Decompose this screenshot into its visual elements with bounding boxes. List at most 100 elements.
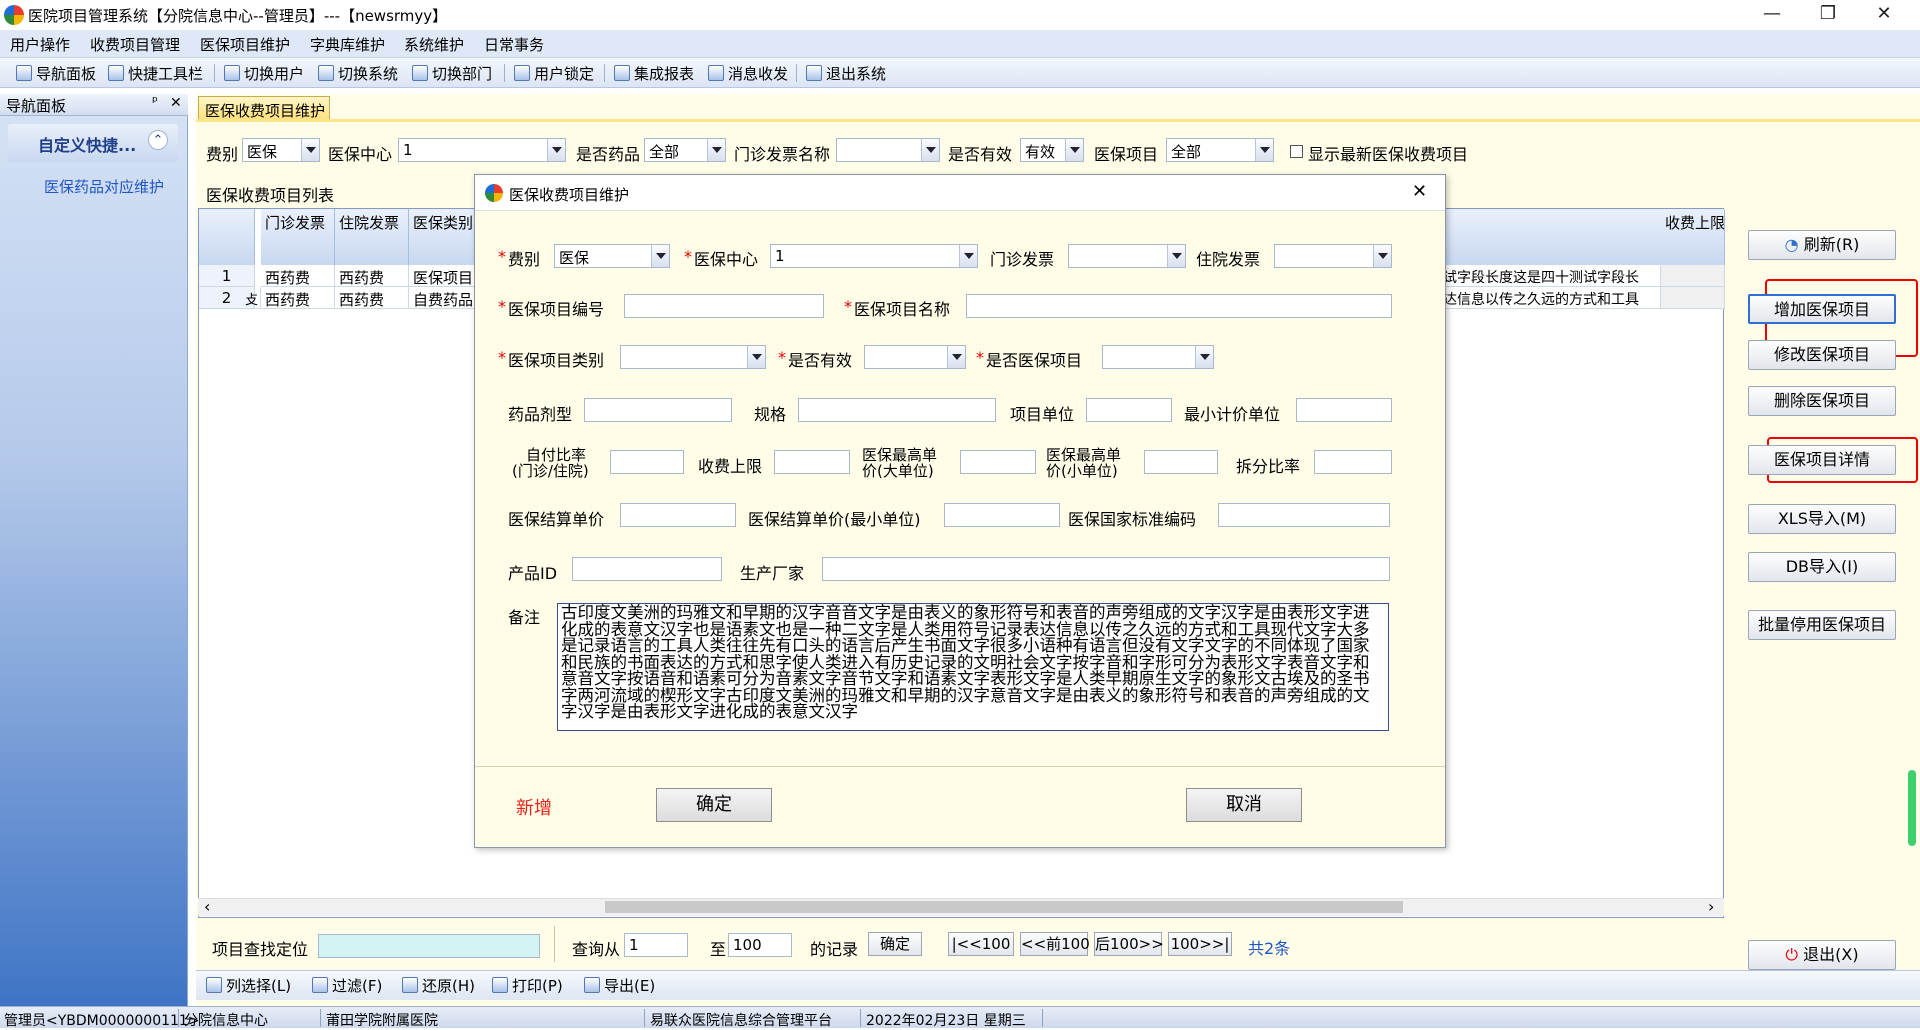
edit-item-button[interactable]: 修改医保项目 [1748,340,1896,370]
menu-user-ops[interactable]: 用户操作 [10,34,70,55]
cell-inpatient[interactable]: 西药费 [335,265,409,287]
show-latest-checkbox[interactable] [1290,145,1303,158]
toolbar-lock-user[interactable]: 用户锁定 [514,63,594,83]
dlg-code-input[interactable] [624,294,824,318]
close-panel-icon[interactable]: ✕ [170,95,182,111]
dlg-center-select[interactable]: 1 [770,244,978,268]
scroll-left-icon[interactable]: ‹ [204,897,210,916]
menu-daily[interactable]: 日常事务 [484,34,544,55]
batch-disable-button[interactable]: 批量停用医保项目 [1748,610,1896,640]
toolbar-switch-system[interactable]: 切换系统 [318,63,398,83]
tab-insurance-items[interactable]: 医保收费项目维护 [198,96,330,120]
nav-section-header[interactable]: 自定义快捷... ⌃ [8,124,178,162]
pin-icon[interactable]: ᵖ [152,94,158,110]
dlg-settle-price-input[interactable] [620,503,736,527]
toolbar-nav-panel[interactable]: 导航面板 [16,63,96,83]
toolbar-quick-tools[interactable]: 快捷工具栏 [108,63,203,83]
menu-dictionary[interactable]: 字典库维护 [310,34,385,55]
dlg-feibie-select[interactable]: 医保 [554,244,670,268]
dlg-inpatient-invoice-select[interactable] [1274,244,1392,268]
dlg-category-select[interactable] [620,345,766,369]
dlg-max-big-input[interactable] [960,450,1036,474]
dlg-dosage-input[interactable] [584,398,732,422]
dlg-settle-min-input[interactable] [944,503,1060,527]
dlg-unit-input[interactable] [1086,398,1172,422]
required-marker: * [844,297,852,316]
dlg-min-unit-input[interactable] [1296,398,1392,422]
exit-button[interactable]: ⏻ 退出(X) [1748,940,1896,970]
filter-valid-select[interactable]: 有效 [1020,138,1084,162]
cell-fee-cap[interactable] [1661,265,1725,287]
grid-header-inpatient[interactable]: 住院发票 [335,209,409,265]
side-scroll-indicator[interactable] [1908,770,1916,846]
dialog-cancel-button[interactable]: 取消 [1186,788,1302,822]
cell-remark[interactable]: 试字段长度这是四十测试字段长 [1439,265,1661,287]
query-to-input[interactable]: 100 [728,933,792,957]
grid-header-fee-cap[interactable]: 收费上限 [1661,209,1725,265]
xls-import-button[interactable]: XLS导入(M) [1748,504,1896,534]
locate-input[interactable] [318,934,540,958]
print-button[interactable]: 打印(P) [492,975,563,995]
filter-button[interactable]: 过滤(F) [312,975,382,995]
dlg-spec-input[interactable] [798,398,996,422]
minimize-button[interactable]: — [1744,0,1800,30]
scroll-right-icon[interactable]: › [1708,897,1714,916]
toolbar-messages[interactable]: 消息收发 [708,63,788,83]
restore-button[interactable]: ❐ [1800,0,1856,30]
close-window-button[interactable]: ✕ [1856,0,1912,30]
nav-item-drug-mapping[interactable]: 医保药品对应维护 [44,176,164,197]
next-page-button[interactable]: 后100>> [1094,932,1164,956]
query-confirm-button[interactable]: 确定 [868,932,922,956]
collapse-icon[interactable]: ⌃ [148,130,168,150]
dlg-manufacturer-input[interactable] [822,557,1390,581]
cell-outpatient[interactable]: 西药费 [261,287,335,309]
menu-insurance-items[interactable]: 医保项目维护 [200,34,290,55]
toolbar-reports[interactable]: 集成报表 [614,63,694,83]
filter-invoice-select[interactable] [836,138,940,162]
last-page-button[interactable]: 100>>| [1168,932,1232,956]
scroll-thumb[interactable] [605,901,1403,913]
dialog-ok-button[interactable]: 确定 [656,788,772,822]
dlg-fee-cap-input[interactable] [774,450,850,474]
filter-center-select[interactable]: 1 [398,138,566,162]
toolbar-label: 用户锁定 [534,64,595,83]
dlg-product-id-input[interactable] [572,557,722,581]
prev-page-button[interactable]: <<前100 [1020,932,1090,956]
cell-fee-cap[interactable] [1661,287,1725,309]
dlg-category-label: 医保项目类别 [508,351,605,370]
cell-remark[interactable]: 达信息以传之久远的方式和工具 [1439,287,1661,309]
delete-item-button[interactable]: 删除医保项目 [1748,386,1896,416]
query-from-input[interactable]: 1 [624,933,688,957]
menu-charge-items[interactable]: 收费项目管理 [90,34,180,55]
dlg-split-ratio-input[interactable] [1314,450,1392,474]
export-button[interactable]: 导出(E) [584,975,655,995]
toolbar-exit-system[interactable]: 退出系统 [806,63,886,83]
filter-isdrug-select[interactable]: 全部 [644,138,726,162]
toolbar-switch-user[interactable]: 切换用户 [224,63,304,83]
dlg-remark-textarea[interactable]: 古印度文美洲的玛雅文和早期的汉字音音文字是由表义的象形符号和表音的声旁组成的文字… [557,603,1389,731]
dlg-outpatient-invoice-select[interactable] [1068,244,1186,268]
add-item-button[interactable]: 增加医保项目 [1748,294,1896,324]
filter-feibie-select[interactable]: 医保 [242,138,320,162]
dlg-national-code-input[interactable] [1218,503,1390,527]
dlg-selfpay-input[interactable] [610,450,684,474]
cell-outpatient[interactable]: 西药费 [261,265,335,287]
dlg-valid-select[interactable] [864,345,966,369]
menu-system[interactable]: 系统维护 [404,34,464,55]
dlg-name-input[interactable] [966,294,1392,318]
detail-item-button[interactable]: 医保项目详情 [1748,445,1896,475]
grid-header-outpatient[interactable]: 门诊发票 [261,209,335,265]
column-select-button[interactable]: 列选择(L) [206,975,291,995]
dlg-max-small-input[interactable] [1144,450,1218,474]
db-import-button[interactable]: DB导入(I) [1748,552,1896,582]
refresh-button[interactable]: ◔ 刷新(R) [1748,230,1896,260]
first-page-button[interactable]: |<<100 [948,932,1014,956]
status-separator [644,1009,645,1027]
toolbar-switch-dept[interactable]: 切换部门 [412,63,492,83]
dialog-close-icon[interactable]: ✕ [1412,181,1427,202]
dlg-manufacturer-label: 生产厂家 [740,564,805,583]
cell-inpatient[interactable]: 西药费 [335,287,409,309]
filter-item-select[interactable]: 全部 [1166,138,1274,162]
dlg-is-item-select[interactable] [1102,345,1214,369]
restore-button[interactable]: 还原(H) [402,975,475,995]
